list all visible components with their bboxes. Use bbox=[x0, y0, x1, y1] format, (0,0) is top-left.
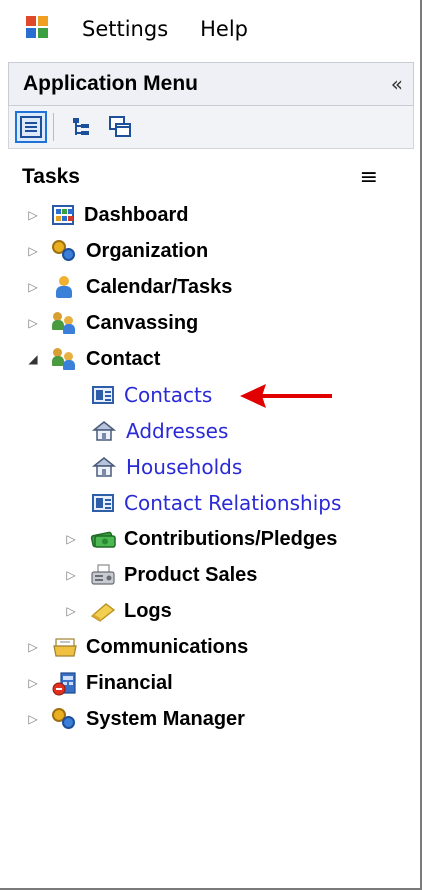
tree-view-icon[interactable] bbox=[66, 111, 98, 143]
organization-icon bbox=[52, 708, 76, 730]
tree-item-label: System Manager bbox=[86, 707, 245, 730]
expand-arrow-icon[interactable]: ▷ bbox=[26, 280, 40, 294]
tree-item-system-manager[interactable]: ▷ System Manager bbox=[26, 702, 245, 736]
house-icon bbox=[92, 420, 116, 442]
expand-arrow-icon[interactable]: ▷ bbox=[26, 244, 40, 258]
expand-arrow-icon[interactable]: ▷ bbox=[26, 676, 40, 690]
list-view-icon[interactable] bbox=[15, 111, 47, 143]
expand-arrow-icon[interactable]: ▷ bbox=[64, 568, 78, 582]
tree-item-label: Contact Relationships bbox=[124, 491, 342, 515]
people-icon bbox=[52, 348, 76, 370]
expand-arrow-icon[interactable]: ▷ bbox=[26, 316, 40, 330]
view-toolbar bbox=[8, 106, 414, 149]
tree-item-contact-relationships[interactable]: Contact Relationships bbox=[84, 486, 341, 520]
tree-item-calendar-tasks[interactable]: ▷ Calendar/Tasks bbox=[26, 270, 232, 304]
house-icon bbox=[92, 456, 116, 478]
tree-item-dashboard[interactable]: ▷ Dashboard bbox=[26, 198, 188, 232]
tree-item-product-sales[interactable]: ▷ Product Sales bbox=[64, 558, 257, 592]
tree-item-label: Logs bbox=[124, 599, 172, 622]
tree-item-communications[interactable]: ▷ Communications bbox=[26, 630, 248, 664]
collapse-arrow-icon[interactable]: ◢ bbox=[26, 352, 40, 366]
collapse-chevron-icon[interactable]: « bbox=[391, 72, 403, 96]
tasks-title: Tasks bbox=[22, 165, 80, 188]
fax-icon bbox=[90, 564, 115, 586]
menu-bar: Settings Help bbox=[0, 0, 420, 58]
application-menu-header: Application Menu « bbox=[8, 62, 414, 106]
money-icon bbox=[90, 528, 116, 550]
expand-arrow-icon[interactable]: ▷ bbox=[26, 640, 40, 654]
communications-icon bbox=[52, 636, 77, 658]
tree-item-label: Addresses bbox=[126, 419, 229, 443]
application-menu-title: Application Menu bbox=[23, 72, 198, 95]
tree-item-label: Dashboard bbox=[84, 203, 189, 226]
contact-card-icon bbox=[92, 386, 114, 404]
log-icon bbox=[90, 600, 116, 622]
expand-arrow-icon[interactable]: ▷ bbox=[64, 532, 78, 546]
tree-item-canvassing[interactable]: ▷ Canvassing bbox=[26, 306, 198, 340]
tree-item-addresses[interactable]: Addresses bbox=[84, 414, 228, 448]
app-icon bbox=[26, 16, 52, 42]
expand-arrow-icon[interactable]: ▷ bbox=[64, 604, 78, 618]
toolbar-separator bbox=[53, 113, 54, 141]
tree-item-label: Financial bbox=[86, 671, 173, 694]
tree-item-contacts[interactable]: Contacts bbox=[84, 378, 212, 412]
tree-item-organization[interactable]: ▷ Organization bbox=[26, 234, 208, 268]
tree-item-label: Contributions/Pledges bbox=[124, 527, 338, 550]
tree-item-label: Calendar/Tasks bbox=[86, 275, 233, 298]
expand-arrow-icon[interactable]: ▷ bbox=[26, 208, 40, 222]
application-window: Settings Help Application Menu « Tasks ≡… bbox=[0, 0, 422, 890]
tree-item-label: Contact bbox=[86, 347, 161, 370]
tree-item-households[interactable]: Households bbox=[84, 450, 242, 484]
expand-arrow-icon[interactable]: ▷ bbox=[26, 712, 40, 726]
tree-item-label: Product Sales bbox=[124, 563, 258, 586]
tree-item-contributions-pledges[interactable]: ▷ Contributions/Pledges bbox=[64, 522, 337, 556]
tree-item-label: Organization bbox=[86, 239, 209, 262]
red-arrow-icon bbox=[240, 384, 332, 408]
windows-view-icon[interactable] bbox=[104, 111, 136, 143]
tasks-menu-icon[interactable]: ≡ bbox=[360, 165, 378, 190]
person-icon bbox=[52, 276, 76, 298]
menu-help[interactable]: Help bbox=[184, 17, 264, 41]
tree-item-logs[interactable]: ▷ Logs bbox=[64, 594, 172, 628]
menu-settings[interactable]: Settings bbox=[66, 17, 184, 41]
tree-item-label: Canvassing bbox=[86, 311, 199, 334]
tree-item-label: Households bbox=[126, 455, 243, 479]
organization-icon bbox=[52, 240, 76, 262]
tasks-header: Tasks ≡ bbox=[8, 158, 388, 196]
tree-item-contact[interactable]: ◢ Contact bbox=[26, 342, 160, 376]
tree-item-label: Communications bbox=[86, 635, 249, 658]
people-icon bbox=[52, 312, 76, 334]
tree-item-label: Contacts bbox=[124, 383, 213, 407]
contact-card-icon bbox=[92, 494, 114, 512]
tree-item-financial[interactable]: ▷ Financial bbox=[26, 666, 173, 700]
financial-icon bbox=[52, 672, 76, 696]
dashboard-icon bbox=[52, 205, 74, 225]
